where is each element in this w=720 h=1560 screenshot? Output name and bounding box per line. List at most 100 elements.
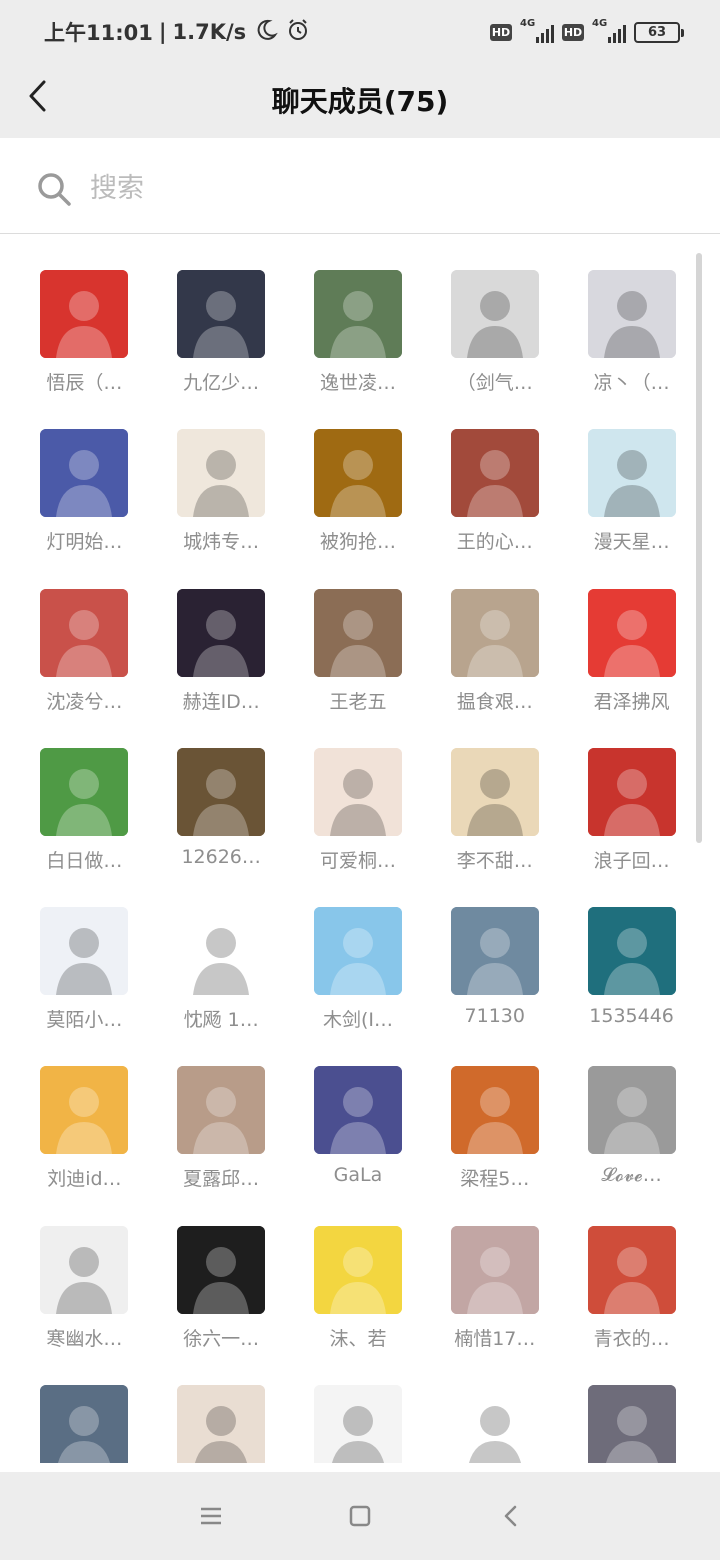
member-item[interactable]: 揾食艰… — [426, 588, 563, 748]
member-item[interactable]: 木剑(I… — [290, 907, 427, 1066]
menu-button[interactable] — [189, 1494, 233, 1538]
search-input[interactable] — [90, 173, 650, 204]
member-item[interactable]: （剑气… — [426, 270, 563, 429]
member-item[interactable]: 沫、若 — [290, 1225, 427, 1385]
member-name: 寒幽水… — [46, 1327, 123, 1350]
member-item[interactable]: 徐六一… — [153, 1225, 290, 1385]
member-avatar[interactable] — [450, 907, 539, 996]
member-avatar[interactable] — [177, 429, 266, 518]
member-avatar[interactable] — [313, 270, 402, 358]
member-item[interactable]: 𝓛𝓸𝓿𝓮… — [563, 1066, 700, 1225]
member-avatar[interactable] — [587, 747, 676, 836]
member-item[interactable] — [563, 1385, 700, 1463]
member-avatar[interactable] — [587, 1225, 676, 1314]
member-avatar[interactable] — [313, 1385, 402, 1463]
member-name: 凉丶（… — [593, 372, 670, 394]
member-item[interactable]: 李不甜… — [426, 747, 563, 907]
member-avatar[interactable] — [450, 588, 539, 677]
member-item[interactable]: 被狗抢… — [290, 429, 427, 588]
member-item[interactable]: 1535446 — [563, 907, 700, 1066]
member-avatar[interactable] — [177, 270, 266, 358]
member-avatar[interactable] — [587, 1066, 676, 1155]
member-avatar[interactable] — [40, 1385, 129, 1463]
scrollbar[interactable] — [696, 253, 702, 843]
avatar-image — [313, 588, 402, 677]
member-avatar[interactable] — [313, 747, 402, 836]
member-avatar[interactable] — [40, 1225, 129, 1314]
member-avatar[interactable] — [313, 907, 402, 996]
member-avatar[interactable] — [587, 429, 676, 518]
member-item[interactable]: 悟辰（… — [16, 270, 153, 429]
avatar-image — [313, 747, 402, 836]
member-item[interactable]: 白日做… — [16, 747, 153, 907]
member-avatar[interactable] — [313, 588, 402, 677]
nav-back-button[interactable] — [489, 1494, 533, 1538]
home-button[interactable] — [338, 1494, 382, 1538]
search-bar[interactable] — [0, 144, 720, 234]
member-item[interactable]: 71130 — [426, 907, 563, 1066]
member-avatar[interactable] — [450, 429, 539, 518]
member-name: 青衣的… — [593, 1327, 670, 1350]
member-item[interactable]: 王老五 — [290, 588, 427, 748]
member-item[interactable]: 君泽拂风 — [563, 588, 700, 748]
member-item[interactable]: 王的心… — [426, 429, 563, 588]
member-item[interactable]: GaLa — [290, 1066, 427, 1225]
member-item[interactable]: 青衣的… — [563, 1225, 700, 1385]
member-item[interactable] — [153, 1385, 290, 1463]
member-avatar[interactable] — [313, 1225, 402, 1314]
member-avatar[interactable] — [450, 270, 539, 358]
member-avatar[interactable] — [177, 907, 266, 996]
member-avatar[interactable] — [40, 1066, 129, 1155]
member-avatar[interactable] — [40, 747, 129, 836]
member-avatar[interactable] — [587, 907, 676, 996]
member-item[interactable]: 灯明始… — [16, 429, 153, 588]
member-avatar[interactable] — [587, 1385, 676, 1463]
avatar-image — [450, 1225, 539, 1314]
member-avatar[interactable] — [587, 588, 676, 677]
member-avatar[interactable] — [177, 747, 266, 836]
member-avatar[interactable] — [177, 1066, 266, 1155]
member-item[interactable]: 赫连ID… — [153, 588, 290, 748]
avatar-image — [177, 747, 266, 836]
member-item[interactable] — [16, 1385, 153, 1463]
member-item[interactable]: 莫陌小… — [16, 907, 153, 1066]
member-item[interactable]: 漫天星… — [563, 429, 700, 588]
member-avatar[interactable] — [450, 1066, 539, 1155]
member-item[interactable]: 沈凌兮… — [16, 588, 153, 748]
member-name: 揾食艰… — [456, 690, 533, 713]
member-item[interactable] — [426, 1385, 563, 1463]
member-name: 王的心… — [456, 531, 533, 554]
member-item[interactable]: 城炜专… — [153, 429, 290, 588]
member-item[interactable]: 逸世凌… — [290, 270, 427, 429]
member-avatar[interactable] — [40, 588, 129, 677]
member-item[interactable]: 九亿少… — [153, 270, 290, 429]
member-avatar[interactable] — [40, 429, 129, 518]
member-avatar[interactable] — [313, 1066, 402, 1155]
member-item[interactable]: 忱飏 1… — [153, 907, 290, 1066]
member-avatar[interactable] — [313, 429, 402, 518]
network-label: 4G — [520, 18, 536, 29]
member-item[interactable]: 可爱桐… — [290, 747, 427, 907]
member-avatar[interactable] — [40, 270, 129, 358]
member-name: 灯明始… — [46, 531, 123, 554]
member-item[interactable]: 浪子回… — [563, 747, 700, 907]
member-item[interactable]: 楠惜17… — [426, 1225, 563, 1385]
member-name: 1535446 — [589, 1005, 674, 1028]
member-item[interactable] — [290, 1385, 427, 1463]
member-avatar[interactable] — [587, 270, 676, 358]
member-item[interactable]: 梁程5… — [426, 1066, 563, 1225]
members-panel[interactable]: 悟辰（… 九亿少… 逸世凌… （剑气… 凉丶（… 灯明始… 城炜专… 被狗抢… 王的心… 漫天星…… — [0, 235, 720, 1463]
member-item[interactable]: 寒幽水… — [16, 1225, 153, 1385]
member-avatar[interactable] — [450, 1385, 539, 1463]
member-item[interactable]: 刘迪id… — [16, 1066, 153, 1225]
member-avatar[interactable] — [177, 1225, 266, 1314]
member-avatar[interactable] — [40, 907, 129, 996]
member-avatar[interactable] — [177, 588, 266, 677]
member-avatar[interactable] — [450, 1225, 539, 1314]
member-item[interactable]: 夏露邱… — [153, 1066, 290, 1225]
member-item[interactable]: 12626… — [153, 747, 290, 907]
avatar-image — [587, 588, 676, 677]
member-item[interactable]: 凉丶（… — [563, 270, 700, 429]
member-avatar[interactable] — [450, 747, 539, 836]
member-avatar[interactable] — [177, 1385, 266, 1463]
